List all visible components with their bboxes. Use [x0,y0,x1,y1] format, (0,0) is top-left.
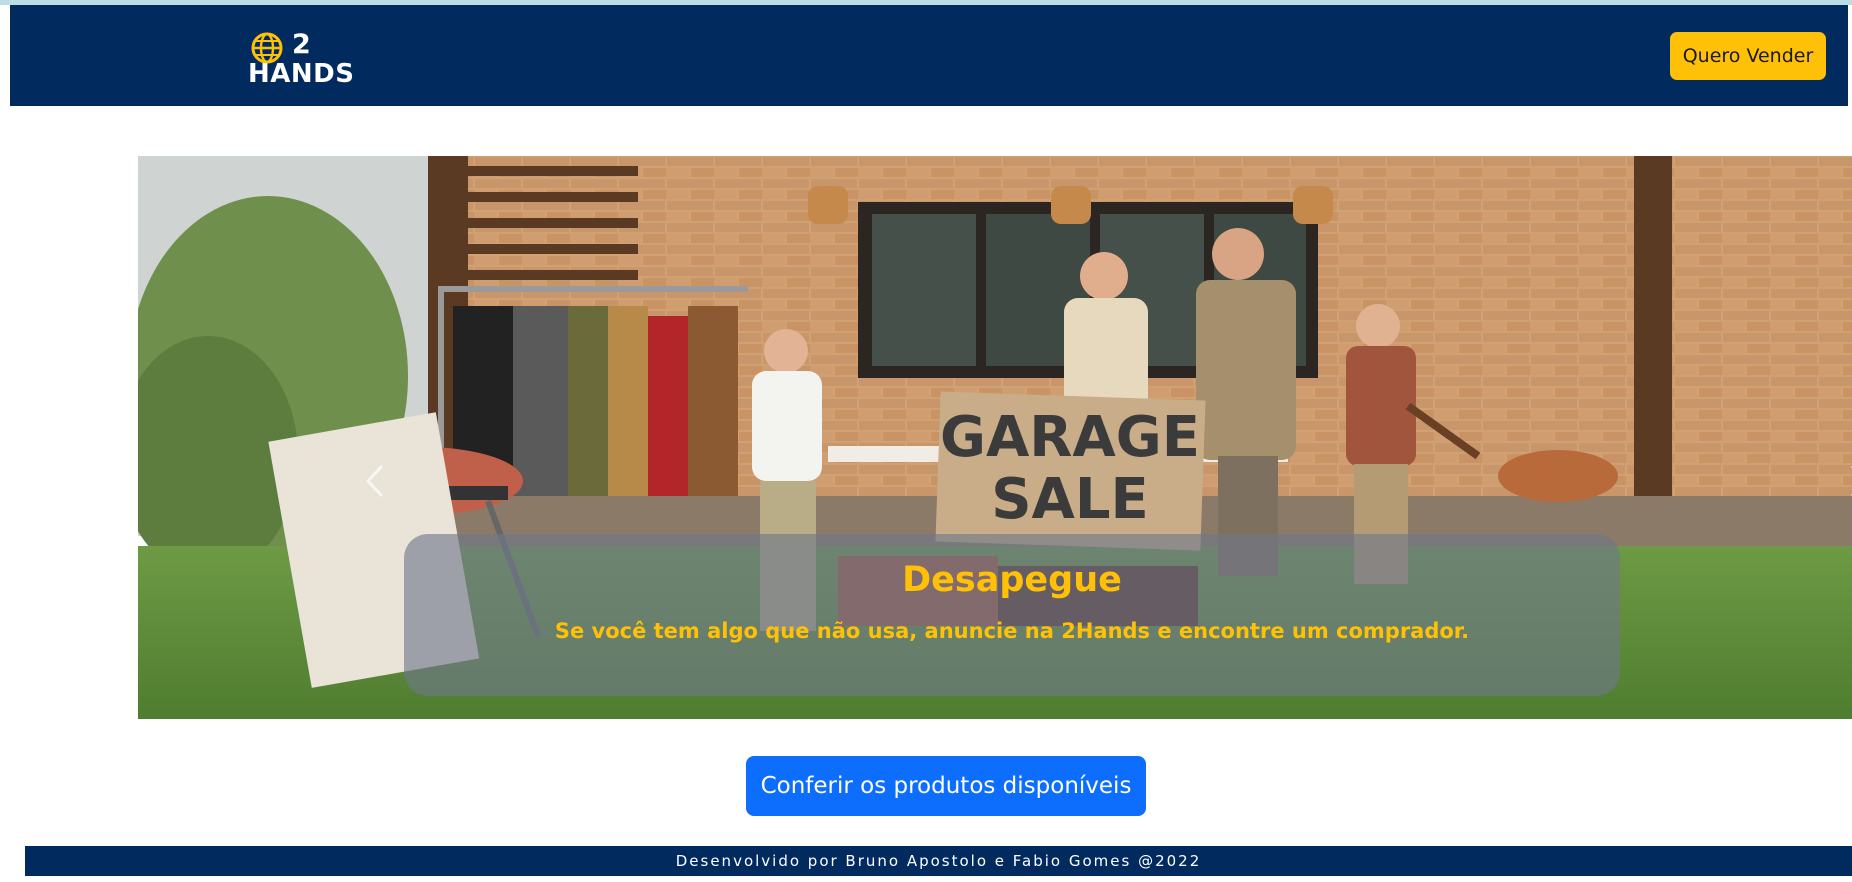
footer-credits: Desenvolvido por Bruno Apostolo e Fabio … [675,852,1202,870]
quero-vender-button[interactable]: Quero Vender [1670,32,1826,80]
carousel-prev-chevron-left-icon[interactable] [356,456,396,506]
sign-line-1: GARAGE [940,405,1200,470]
carousel-next-chevron-right-icon[interactable] [1838,456,1852,506]
brand-logo[interactable]: 2 HANDS [238,25,358,89]
footer: Desenvolvido por Bruno Apostolo e Fabio … [25,846,1852,876]
sign-line-2: SALE [991,467,1149,532]
caption-text: Se você tem algo que não usa, anuncie na… [554,619,1470,643]
caption-title: Desapegue [902,560,1122,600]
carousel-caption: Desapegue Se você tem algo que não usa, … [404,534,1620,696]
view-products-button[interactable]: Conferir os produtos disponíveis [746,756,1146,816]
logo-number: 2 [292,29,311,60]
logo-wordmark: HANDS [248,59,355,89]
navbar: 2 HANDS Quero Vender [10,5,1848,106]
